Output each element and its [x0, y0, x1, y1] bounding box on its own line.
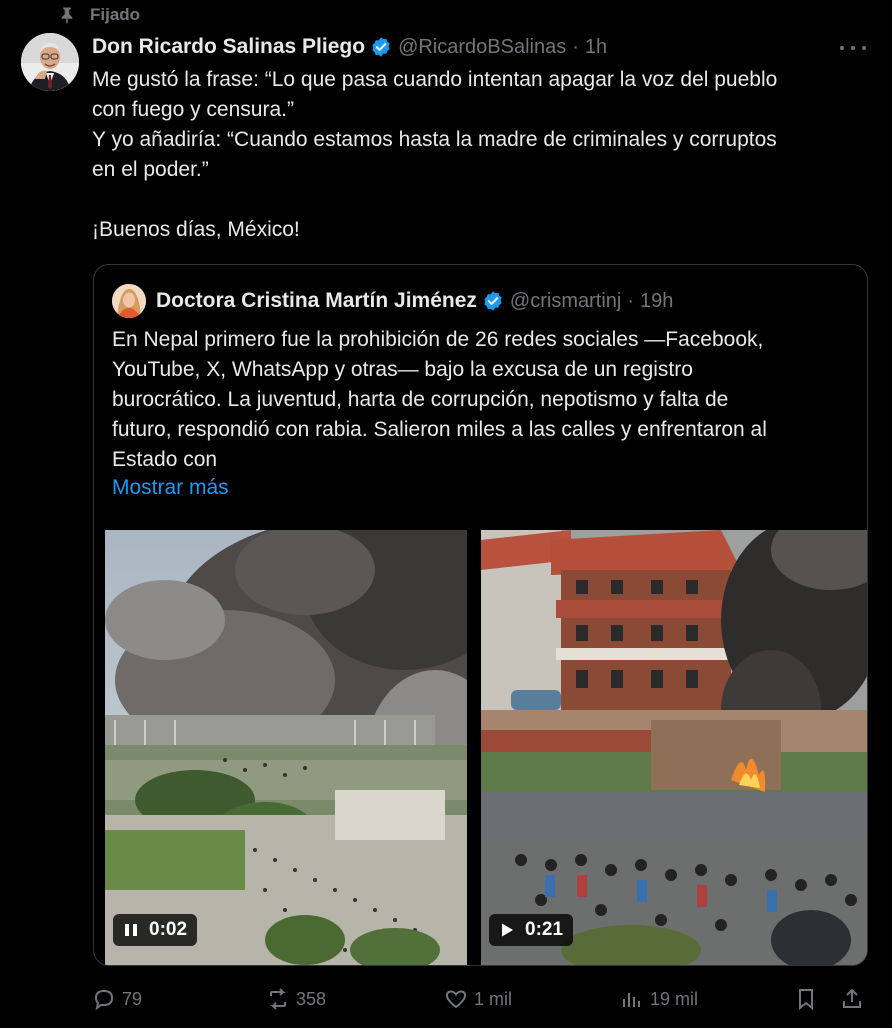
post-text-line: en el poder.”: [92, 158, 209, 181]
quoted-post-time[interactable]: 19h: [640, 290, 673, 313]
author-handle[interactable]: @RicardoBSalinas: [398, 36, 566, 59]
video-duration: 0:21: [525, 919, 564, 940]
quoted-post-text: En Nepal primero fue la prohibición de 2…: [112, 325, 852, 475]
play-icon[interactable]: [499, 922, 515, 938]
verified-badge-icon[interactable]: [482, 290, 504, 312]
views-count: 19 mil: [650, 988, 699, 1009]
quoted-author-name[interactable]: Doctora Cristina Martín Jiménez: [156, 289, 477, 313]
post-text-line: Y yo añadiría: “Cuando estamos hasta la …: [92, 128, 777, 151]
heart-icon: [445, 990, 467, 1009]
quoted-post[interactable]: Doctora Cristina Martín Jiménez @crismar…: [93, 264, 868, 966]
like-button[interactable]: 1 mil: [444, 984, 512, 1014]
reply-icon: [94, 989, 114, 1011]
bookmark-button[interactable]: [794, 984, 824, 1014]
video-duration: 0:02: [149, 919, 188, 940]
post-time[interactable]: 1h: [585, 36, 607, 59]
quoted-post-header: Doctora Cristina Martín Jiménez @crismar…: [112, 284, 673, 318]
share-button[interactable]: [840, 984, 870, 1014]
reply-button[interactable]: 79: [92, 984, 142, 1014]
author-name[interactable]: Don Ricardo Salinas Pliego: [92, 35, 365, 59]
post-header: Don Ricardo Salinas Pliego @RicardoBSali…: [92, 34, 607, 60]
show-more-link[interactable]: Mostrar más: [112, 476, 229, 500]
video-frame-protest-smoke: [105, 530, 467, 965]
pin-icon: [61, 7, 73, 24]
video-duration-badge[interactable]: 0:02: [113, 914, 198, 946]
author-avatar[interactable]: [21, 33, 79, 91]
quoted-text-line: En Nepal primero fue la prohibición de 2…: [112, 328, 764, 351]
views-button[interactable]: 19 mil: [620, 984, 698, 1014]
action-bar: 79 358 1 mil 19 mil: [0, 984, 892, 1014]
separator-dot: ·: [572, 35, 579, 58]
separator-dot: ·: [627, 289, 634, 312]
share-icon: [843, 988, 861, 1008]
repost-icon: [270, 988, 286, 1010]
post-text: Me gustó la frase: “Lo que pasa cuando i…: [92, 65, 872, 245]
repost-button[interactable]: 358: [266, 984, 326, 1014]
post-text-line: [92, 185, 872, 215]
quoted-text-line: futuro, respondió con rabia. Salieron mi…: [112, 418, 767, 441]
video-thumbnail-2[interactable]: 0:21: [481, 530, 867, 965]
quoted-text-line: burocrático. La juventud, harta de corru…: [112, 388, 729, 411]
reply-count: 79: [122, 988, 143, 1009]
more-options-icon[interactable]: [840, 38, 866, 58]
views-chart-icon: [623, 993, 640, 1007]
verified-badge-icon[interactable]: [370, 36, 392, 58]
quoted-text-line: Estado con: [112, 448, 218, 471]
pause-icon[interactable]: [123, 922, 139, 938]
like-count: 1 mil: [474, 988, 513, 1009]
pinned-label: Fijado: [90, 5, 141, 24]
post-text-line: con fuego y censura.”: [92, 98, 294, 121]
video-frame-burning-building: [481, 530, 867, 965]
post-text-line: Me gustó la frase: “Lo que pasa cuando i…: [92, 68, 778, 91]
pinned-indicator: Fijado: [58, 4, 140, 26]
post-text-line: ¡Buenos días, México!: [92, 218, 300, 241]
quoted-author-handle[interactable]: @crismartinj: [510, 290, 621, 313]
bookmark-icon: [799, 989, 813, 1011]
quoted-text-line: YouTube, X, WhatsApp y otras— bajo la ex…: [112, 358, 693, 381]
quoted-author-avatar[interactable]: [112, 284, 146, 318]
video-thumbnail-1[interactable]: 0:02: [105, 530, 467, 965]
video-duration-badge[interactable]: 0:21: [489, 914, 574, 946]
repost-count: 358: [296, 988, 327, 1009]
